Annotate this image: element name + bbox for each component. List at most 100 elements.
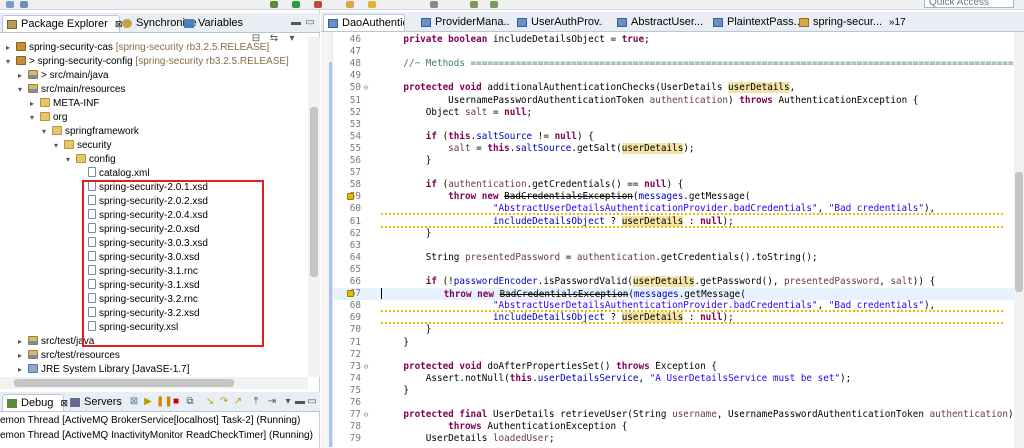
expand-toggle-icon[interactable]: ▸ — [18, 349, 28, 363]
editor-tab-spring-security[interactable]: spring-secur... — [795, 14, 881, 31]
code-line[interactable]: 69 includeDetailsObject ? userDetails : … — [333, 312, 1014, 325]
tree-item[interactable]: ▸ > src/main/java — [18, 69, 109, 83]
editor-tab-abstractuser[interactable]: AbstractUser... — [613, 14, 705, 31]
tree-item[interactable]: ▾ org — [30, 111, 67, 125]
disconnect-icon[interactable]: ⧉ — [184, 396, 196, 408]
code-line[interactable]: 65 — [333, 264, 1014, 276]
code-line[interactable]: 75 } — [333, 385, 1014, 397]
scrollbar-thumb[interactable] — [310, 107, 318, 277]
tree-item[interactable]: ▸ src/test/resources — [18, 349, 120, 363]
tab-servers[interactable]: Servers — [66, 394, 126, 411]
step-into-icon[interactable]: ↘ — [204, 396, 216, 408]
tab-debug[interactable]: Debug ⊠ — [2, 394, 68, 411]
search-icon[interactable] — [368, 1, 376, 8]
editor-vertical-scrollbar[interactable] — [1014, 32, 1024, 448]
tree-item[interactable]: ▾ springframework — [42, 125, 139, 139]
tree-item[interactable]: ▾ > spring-security-config [spring-securi… — [6, 55, 289, 69]
expand-toggle-icon[interactable]: ▸ — [6, 41, 16, 55]
maximize-icon[interactable]: ▭ — [304, 17, 316, 29]
editor-tab-daoauthentic[interactable]: DaoAuthentic — [323, 14, 405, 31]
expand-toggle-icon[interactable]: ▾ — [66, 153, 76, 167]
code-line[interactable]: 61 includeDetailsObject ? userDetails : … — [333, 215, 1014, 228]
view-menu-icon[interactable]: ▾ — [282, 396, 294, 408]
code-line[interactable]: 59 throw new BadCredentialsException(mes… — [333, 191, 1014, 203]
horizontal-scrollbar[interactable] — [0, 377, 308, 389]
editor-tab-providermanager[interactable]: ProviderMana... — [417, 14, 509, 31]
code-line[interactable]: 74 Assert.notNull(this.userDetailsServic… — [333, 373, 1014, 385]
suspend-icon[interactable]: ❚❚ — [156, 396, 173, 408]
code-line[interactable]: 47 — [333, 46, 1014, 58]
step-over-icon[interactable]: ↷ — [218, 396, 230, 408]
tree-item[interactable]: ▾ src/main/resources — [18, 83, 125, 97]
tab-package-explorer[interactable]: Package Explorer ⊠ — [2, 15, 122, 32]
expand-toggle-icon[interactable]: ▾ — [18, 83, 28, 97]
tree-item[interactable]: ▸ META-INF — [30, 97, 99, 111]
remove-terminated-icon[interactable]: ⊠ — [128, 396, 140, 408]
code-line[interactable]: 46 private boolean includeDetailsObject … — [333, 34, 1014, 46]
code-line[interactable]: 58 if (authentication.getCredentials() =… — [333, 179, 1014, 191]
expand-toggle-icon[interactable]: ▸ — [18, 69, 28, 83]
tab-variables[interactable]: Variables — [180, 15, 260, 32]
code-line[interactable]: 63 — [333, 240, 1014, 252]
debug-thread-line[interactable]: emon Thread [ActiveMQ InactivityMonitor … — [0, 429, 320, 442]
fold-toggle-icon[interactable]: ⊖ — [361, 82, 371, 94]
tree-item[interactable]: catalog.xml — [78, 167, 150, 181]
code-line[interactable]: 54 if (this.saltSource != null) { — [333, 131, 1014, 143]
maximize-icon[interactable]: ▭ — [306, 396, 318, 408]
debug-icon[interactable] — [270, 1, 278, 8]
expand-toggle-icon[interactable]: ▾ — [6, 55, 16, 69]
editor-tab-plaintextpassword[interactable]: PlaintextPass... — [709, 14, 809, 31]
code-line[interactable]: 71 } — [333, 337, 1014, 349]
tab-overflow-button[interactable]: »17 — [889, 17, 906, 28]
minimize-icon[interactable]: ▬ — [290, 17, 302, 29]
fold-toggle-icon[interactable]: ⊖ — [361, 361, 371, 373]
expand-toggle-icon[interactable]: ▸ — [18, 335, 28, 349]
code-line[interactable]: 78 throws AuthenticationException { — [333, 421, 1014, 433]
code-line[interactable]: 77 ⊖ protected final UserDetails retrieve… — [333, 409, 1014, 421]
code-line[interactable]: 57 — [333, 167, 1014, 179]
code-line[interactable]: 76 — [333, 397, 1014, 409]
run-icon[interactable] — [292, 1, 300, 8]
editor-ruler[interactable] — [321, 32, 333, 448]
step-return-icon[interactable]: ↗ — [232, 396, 244, 408]
warning-icon[interactable] — [347, 290, 354, 298]
code-line[interactable]: 68 "AbstractUserDetailsAuthenticationPro… — [333, 300, 1014, 313]
code-line[interactable]: 50 ⊖ protected void additionalAuthenticat… — [333, 82, 1014, 94]
new-icon[interactable] — [6, 1, 14, 8]
external-tools-icon[interactable] — [314, 1, 322, 8]
debug-thread-line[interactable]: emon Thread [ActiveMQ BrokerService[loca… — [0, 414, 320, 427]
code-line[interactable]: 66 if (!passwordEncoder.isPasswordValid(… — [333, 276, 1014, 288]
code-line[interactable]: 72 — [333, 349, 1014, 361]
tree-item[interactable]: ▾ config — [66, 153, 116, 167]
code-line[interactable]: 51 UsernamePasswordAuthenticationToken a… — [333, 95, 1014, 107]
code-line[interactable]: 48 //~ Methods =========================… — [333, 58, 1014, 70]
code-line[interactable]: 62 } — [333, 228, 1014, 240]
open-type-icon[interactable] — [346, 1, 354, 8]
expand-toggle-icon[interactable]: ▸ — [18, 363, 28, 377]
scrollbar-thumb[interactable] — [1015, 172, 1023, 292]
code-line[interactable]: 56 } — [333, 155, 1014, 167]
code-line[interactable]: 53 — [333, 119, 1014, 131]
fold-toggle-icon[interactable]: ⊖ — [361, 409, 371, 421]
minimize-icon[interactable]: ▬ — [294, 396, 306, 408]
code-line[interactable]: 73 ⊖ protected void doAfterPropertiesSet(… — [333, 361, 1014, 373]
warning-icon[interactable] — [347, 193, 354, 201]
save-icon[interactable] — [20, 1, 28, 8]
code-line[interactable]: 67 throw new BadCredentialsException(mes… — [333, 288, 1014, 301]
code-line[interactable]: 49 — [333, 70, 1014, 82]
expand-toggle-icon[interactable]: ▾ — [42, 125, 52, 139]
terminate-icon[interactable]: ■ — [170, 396, 182, 408]
tree-item[interactable]: ▸ spring-security-cas [spring-security rb… — [6, 41, 269, 55]
expand-toggle-icon[interactable]: ▾ — [30, 111, 40, 125]
code-line[interactable]: 79 UserDetails loadedUser; — [333, 433, 1014, 445]
code-line[interactable]: 60 "AbstractUserDetailsAuthenticationPro… — [333, 203, 1014, 216]
quick-access-input[interactable]: Quick Access — [924, 0, 1014, 8]
code-line[interactable]: 64 String presentedPassword = authentica… — [333, 252, 1014, 264]
resume-icon[interactable]: ▶ — [142, 396, 154, 408]
expand-toggle-icon[interactable]: ▾ — [54, 139, 64, 153]
scrollbar-thumb[interactable] — [14, 379, 234, 387]
code-line[interactable]: 55 salt = this.saltSource.getSalt(userDe… — [333, 142, 1014, 155]
expand-toggle-icon[interactable]: ▸ — [30, 97, 40, 111]
tree-item[interactable]: ▸ JRE System Library [JavaSE-1.7] — [18, 363, 189, 377]
back-icon[interactable] — [470, 1, 478, 8]
